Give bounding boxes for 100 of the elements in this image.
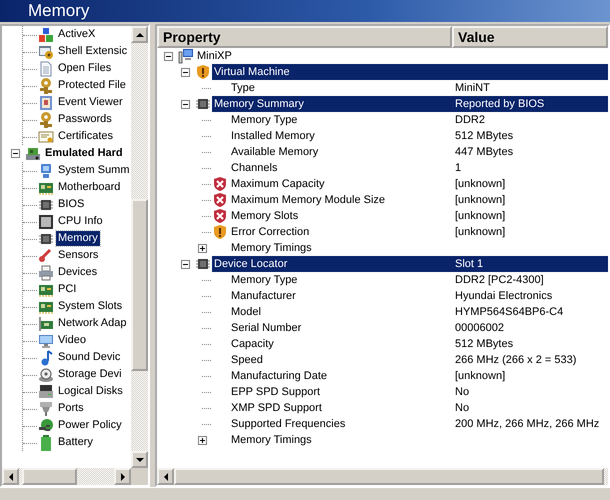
- window-title: Memory: [0, 0, 610, 22]
- tree-item[interactable]: Logical Disks: [56, 384, 125, 399]
- property-label: Memory Summary: [212, 96, 452, 112]
- property-label: EPP SPD Support: [230, 385, 322, 400]
- property-value: [unknown]: [454, 369, 506, 384]
- property-label: Serial Number: [230, 321, 302, 336]
- tree-item[interactable]: Emulated Hard: [43, 146, 125, 161]
- property-label: Memory Timings: [230, 241, 313, 256]
- tree-item[interactable]: Battery: [56, 435, 95, 450]
- tree-item[interactable]: CPU Info: [56, 214, 105, 229]
- tree-item[interactable]: Ports: [56, 401, 86, 416]
- collapse-toggle[interactable]: [10, 149, 20, 158]
- chip-icon: [195, 96, 211, 112]
- book-icon: [38, 94, 54, 110]
- property-value: 200 MHz, 266 MHz, 266 MHz: [454, 417, 600, 432]
- property-label: Device Locator: [212, 256, 452, 272]
- property-label: Maximum Memory Module Size: [230, 193, 386, 208]
- collapse-toggle[interactable]: [181, 100, 190, 108]
- property-value: HYMP564S64BP6-C4: [454, 305, 564, 320]
- property-value: Hyundai Electronics: [454, 289, 554, 304]
- scroll-right-button[interactable]: [114, 468, 131, 485]
- tree-item[interactable]: Sensors: [56, 248, 100, 263]
- tree-item[interactable]: Power Policy: [56, 418, 124, 433]
- column-header[interactable]: Value: [452, 26, 608, 48]
- property-label: Available Memory: [230, 145, 320, 160]
- property-value: DDR2 [PC2-4300]: [454, 273, 545, 288]
- expand-toggle[interactable]: [198, 244, 207, 252]
- collapse-toggle[interactable]: [181, 68, 190, 76]
- plug-icon: [38, 400, 54, 416]
- tree-item[interactable]: Devices: [56, 265, 100, 280]
- property-label: Memory Timings: [230, 433, 313, 448]
- tree-item[interactable]: Sound Devic: [56, 350, 122, 365]
- tree-item[interactable]: Event Viewer: [56, 95, 125, 110]
- property-label: Virtual Machine: [212, 64, 452, 80]
- scroll-down-button[interactable]: [131, 451, 148, 468]
- collapse-toggle[interactable]: [181, 260, 190, 268]
- certificate-icon: [38, 128, 54, 144]
- battery-icon: [38, 434, 54, 450]
- key-icon: [38, 112, 54, 128]
- tree-item[interactable]: Passwords: [56, 112, 114, 127]
- scroll-up-button[interactable]: [131, 26, 148, 43]
- blocks-icon: [38, 26, 54, 42]
- column-header[interactable]: Property: [157, 26, 452, 48]
- property-value: 512 MBytes: [454, 337, 514, 352]
- property-label: Capacity: [230, 337, 275, 352]
- scrollbar-thumb[interactable]: [22, 468, 77, 485]
- tree-item[interactable]: Protected File: [56, 78, 128, 93]
- property-label: MiniXP: [196, 49, 233, 64]
- chip-icon: [195, 256, 211, 272]
- property-label: Memory Type: [230, 273, 298, 288]
- property-label: Manufacturer: [230, 289, 297, 304]
- disc-drive-icon: [38, 366, 54, 382]
- tree-item[interactable]: Network Adap: [56, 316, 128, 331]
- property-label: Maximum Capacity: [230, 177, 326, 192]
- property-value: No: [454, 385, 470, 400]
- collapse-toggle[interactable]: [164, 52, 173, 60]
- tree-item[interactable]: Video: [56, 333, 88, 348]
- property-value: 447 MBytes: [454, 145, 514, 160]
- gear-icon: [38, 44, 54, 60]
- scroll-left-button[interactable]: [157, 468, 174, 485]
- property-value: [unknown]: [454, 209, 506, 224]
- property-value: MiniNT: [454, 81, 491, 96]
- monitor-icon: [38, 162, 54, 178]
- tree-item[interactable]: Memory: [56, 231, 100, 246]
- property-label: Channels: [230, 161, 278, 176]
- property-label: Type: [230, 81, 256, 96]
- tree-item[interactable]: System Summ: [56, 163, 131, 178]
- property-label: Error Correction: [230, 225, 310, 240]
- monitor-icon: [38, 332, 54, 348]
- scrollbar-thumb[interactable]: [131, 199, 148, 371]
- tree-item[interactable]: BIOS: [56, 197, 86, 212]
- tree-item[interactable]: Motherboard: [56, 180, 122, 195]
- tree-item[interactable]: PCI: [56, 282, 78, 297]
- scroll-left-button[interactable]: [2, 468, 19, 485]
- printer-icon: [38, 264, 54, 280]
- vertical-scrollbar[interactable]: [131, 26, 148, 468]
- document-icon: [38, 60, 54, 76]
- property-value: [unknown]: [454, 177, 506, 192]
- processor-icon: [38, 214, 54, 230]
- property-label: Model: [230, 305, 262, 320]
- thermometer-icon: [38, 248, 54, 264]
- tree-item[interactable]: ActiveX: [56, 27, 98, 42]
- expand-toggle[interactable]: [198, 436, 207, 444]
- property-value: No: [454, 401, 470, 416]
- property-value: DDR2: [454, 113, 486, 128]
- tree-item[interactable]: Shell Extensic: [56, 44, 130, 59]
- tree-item[interactable]: Storage Devi: [56, 367, 124, 382]
- tree-item[interactable]: Open Files: [56, 61, 114, 76]
- computer-icon: [178, 48, 194, 64]
- tree-item[interactable]: System Slots: [56, 299, 124, 314]
- hard-drive-icon: [38, 384, 54, 400]
- property-value: Slot 1: [452, 256, 608, 272]
- property-label: Installed Memory: [230, 129, 316, 144]
- property-label: Memory Type: [230, 113, 298, 128]
- property-label: Supported Frequencies: [230, 417, 346, 432]
- tree-item[interactable]: Certificates: [56, 129, 116, 144]
- property-value: [unknown]: [454, 225, 506, 240]
- property-value: 1: [454, 161, 462, 176]
- property-label: Speed: [230, 353, 264, 368]
- horizontal-scrollbar[interactable]: [2, 468, 131, 485]
